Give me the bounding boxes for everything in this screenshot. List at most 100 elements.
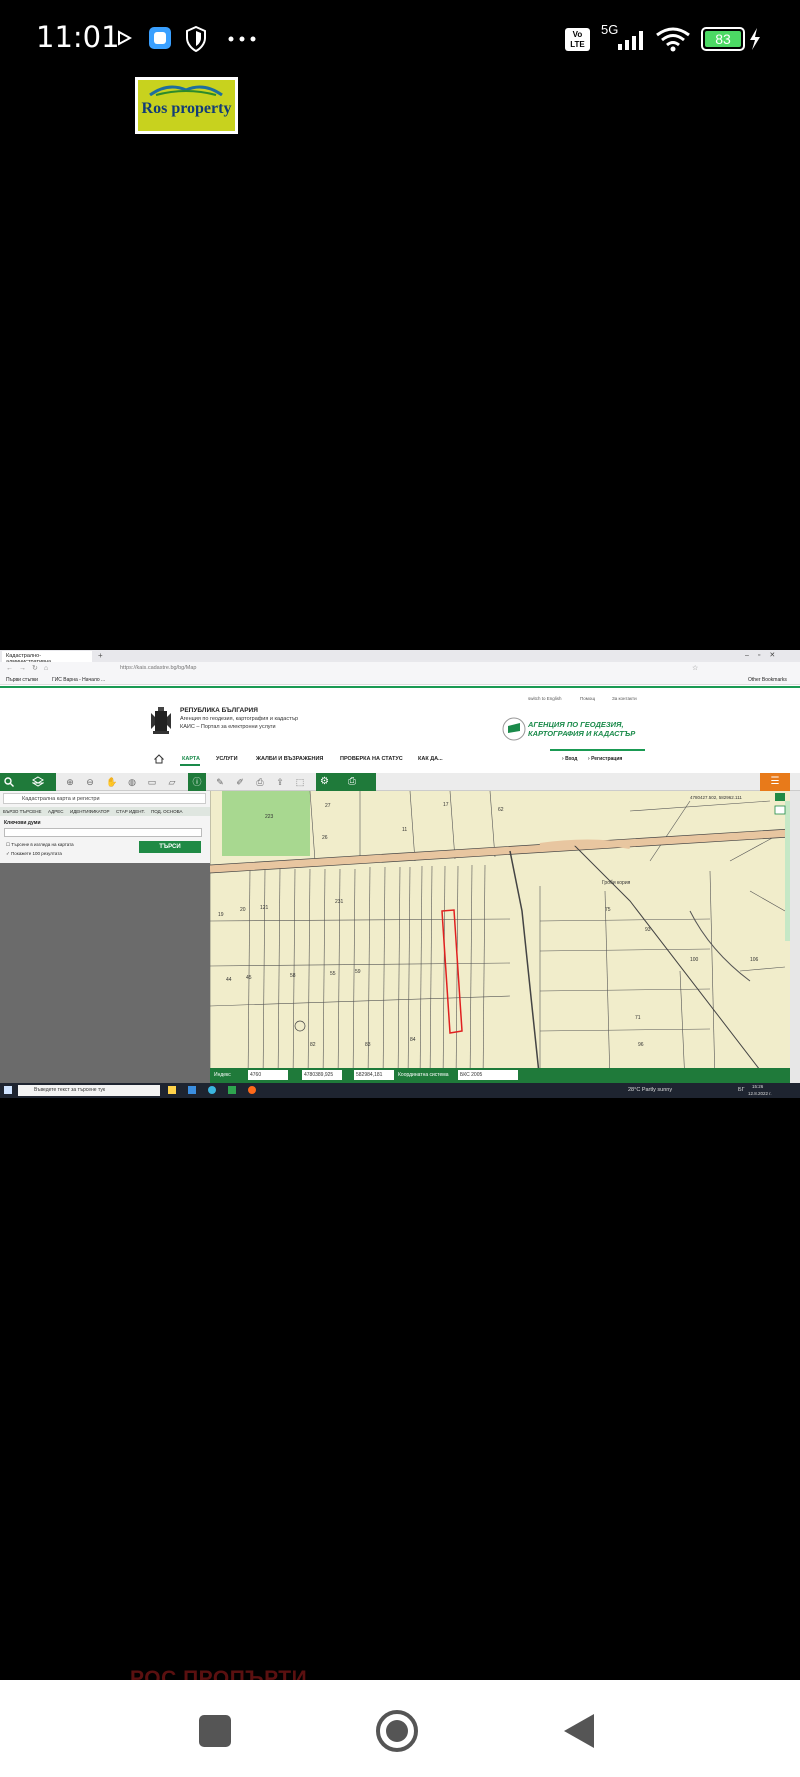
register-link[interactable]: › Регистрация [588, 756, 622, 762]
parcel-label: 223 [265, 814, 274, 820]
keywords-label: Ключови думи [4, 820, 41, 826]
nav-item-complaints[interactable]: ЖАЛБИ И ВЪЗРАЖЕНИЯ [256, 756, 323, 762]
info-tool[interactable]: ⓘ [188, 773, 206, 791]
search-button[interactable]: ТЪРСИ [139, 841, 201, 853]
layers-icon[interactable] [32, 776, 44, 788]
keywords-input[interactable] [4, 828, 202, 837]
home-icon[interactable] [154, 754, 164, 764]
upload-icon[interactable]: ⇪ [274, 776, 286, 788]
home-button[interactable] [375, 1709, 419, 1753]
zoom-slider-button[interactable] [774, 805, 786, 815]
parcel-label: 20 [240, 907, 246, 913]
stamp-icon[interactable]: ⎙ [254, 776, 266, 788]
parcel-label: 82 [310, 1042, 316, 1048]
road-label: Гроби кория [602, 880, 631, 886]
file-explorer-icon[interactable] [168, 1086, 176, 1094]
coord-x-input[interactable]: 4780389,925 [302, 1070, 342, 1080]
back-button[interactable] [562, 1712, 596, 1750]
cursor-icon[interactable]: ⬚ [294, 776, 306, 788]
parcel-label: 11 [402, 827, 407, 833]
app-icon[interactable] [228, 1086, 236, 1094]
option-100-results[interactable]: ✓ Покажете 100 резултата [6, 851, 62, 857]
star-icon[interactable]: ☆ [692, 664, 698, 672]
windows-start-icon[interactable] [4, 1086, 12, 1094]
agency-underline [550, 749, 645, 751]
shield-icon [186, 26, 206, 52]
measure-icon[interactable]: ▱ [166, 776, 178, 788]
taskbar-time[interactable]: 15:26 [752, 1084, 763, 1089]
info-icon[interactable]: ⓘ [188, 773, 206, 791]
zoom-out-icon[interactable]: ⊖ [84, 776, 96, 788]
battery-icon: 83 [701, 27, 745, 51]
recents-button[interactable] [199, 1715, 231, 1747]
coord-y-input[interactable]: 582984,181 [354, 1070, 394, 1080]
nav-item-how[interactable]: КАК ДА... [418, 756, 443, 762]
option-map-view[interactable]: ☐ Търсене в изгледа на картата [6, 842, 74, 848]
tab-identifier[interactable]: ИДЕНТИФИКАТОР [70, 809, 110, 814]
taskbar-search[interactable]: Въведете текст за търсене тук [18, 1085, 160, 1096]
more-dots-icon [228, 36, 256, 42]
search-icon[interactable] [4, 777, 14, 787]
help-link[interactable]: Помощ [580, 696, 595, 701]
index-input[interactable]: 4760 [248, 1070, 288, 1080]
url-field[interactable]: https://kais.cadastre.bg/bg/Map [120, 664, 700, 673]
agency-logo-text: АГЕНЦИЯ ПО ГЕОДЕЗИЯ, КАРТОГРАФИЯ И КАДАС… [528, 720, 636, 738]
battery-level: 83 [705, 31, 741, 47]
coordinate-bar: Индекс 4760 4780389,925 582984,181 Коорд… [210, 1068, 790, 1083]
window-controls[interactable]: –▫✕ [745, 651, 784, 659]
parcel-label: 93 [645, 927, 651, 933]
tab-basemap[interactable]: ПОД. ОСНОВА [151, 809, 183, 814]
map-canvas[interactable]: 223 27 26 17 11 62 231 19 20 121 44 45 5… [210, 791, 790, 1083]
tab-quick-search[interactable]: БЪРЗО ТЪРСЕНЕ [3, 809, 41, 814]
nav-item-status[interactable]: ПРОВЕРКА НА СТАТУС [340, 756, 403, 762]
firefox-icon[interactable] [248, 1086, 256, 1094]
hamburger-icon[interactable]: ☰ [760, 773, 790, 791]
bookmark-item[interactable]: ГИС Варна - Начало ... [52, 677, 105, 683]
ros-property-logo: Ros property [135, 77, 238, 134]
bookmark-item[interactable]: Първи стъпки [6, 677, 38, 683]
feedback-link[interactable]: За контакти [612, 696, 637, 701]
language-indicator[interactable]: БГ [738, 1087, 745, 1093]
video-frame: Кадастрално-административна... + –▫✕ ←→↻… [0, 650, 800, 1098]
mail-icon[interactable] [188, 1086, 196, 1094]
agency-logo-icon [502, 717, 526, 741]
nav-item-services[interactable]: УСЛУГИ [216, 756, 238, 762]
other-bookmarks[interactable]: Other Bookmarks [748, 677, 787, 683]
coord-system-select[interactable]: БКС 2005 [458, 1070, 518, 1080]
switch-english-link[interactable]: switch to English [528, 696, 562, 701]
zoom-in-icon[interactable]: ⊕ [64, 776, 76, 788]
select-rect-icon[interactable]: ▭ [146, 776, 158, 788]
browser-tab[interactable]: Кадастрално-административна... [2, 651, 92, 665]
map-side-button[interactable] [775, 793, 785, 801]
search-tools [0, 773, 56, 791]
edge-icon[interactable] [208, 1086, 216, 1094]
agency-line: Агенция по геодезия, картография и кадас… [180, 716, 299, 722]
app-notification-icon [149, 27, 171, 49]
menu-button[interactable]: ☰ [760, 773, 790, 791]
weather[interactable]: 28°C Partly sunny [628, 1087, 672, 1093]
pan-hand-icon[interactable]: ✋ [106, 776, 118, 788]
pencil-icon[interactable]: ✐ [234, 776, 246, 788]
nav-arrows-icon[interactable]: ←→↻⌂ [6, 664, 54, 672]
printer-icon[interactable]: ⎙ [348, 773, 356, 791]
play-store-icon [118, 30, 132, 46]
cadastral-map[interactable]: 223 27 26 17 11 62 231 19 20 121 44 45 5… [210, 791, 790, 1083]
tab-old-identifier[interactable]: СТАР ИДЕНТ. [116, 809, 145, 814]
parcel-label: 100 [690, 957, 699, 963]
status-bar: 11:01 Vo LTE 5G 83 [0, 0, 800, 80]
nav-item-map[interactable]: КАРТА [182, 756, 200, 762]
edit-icon[interactable]: ✎ [214, 776, 226, 788]
new-tab-icon[interactable]: + [98, 651, 103, 660]
taskbar-date[interactable]: 12.8.2022 г. [748, 1091, 772, 1096]
page-scrollbar[interactable] [790, 791, 800, 1083]
parcel-label: 19 [218, 912, 224, 918]
globe-icon[interactable]: ◍ [126, 776, 138, 788]
parcel-label: 106 [750, 957, 759, 963]
parcel-label: 71 [635, 1015, 641, 1021]
login-link[interactable]: › Вход [562, 756, 577, 762]
parcel-label: 45 [246, 975, 252, 981]
tab-address[interactable]: АДРЕС [48, 809, 63, 814]
tools-icon[interactable]: ⚙ [320, 773, 329, 791]
wifi-icon [656, 27, 690, 52]
layer-select[interactable]: Кадастрална карта и регистри [3, 793, 206, 804]
